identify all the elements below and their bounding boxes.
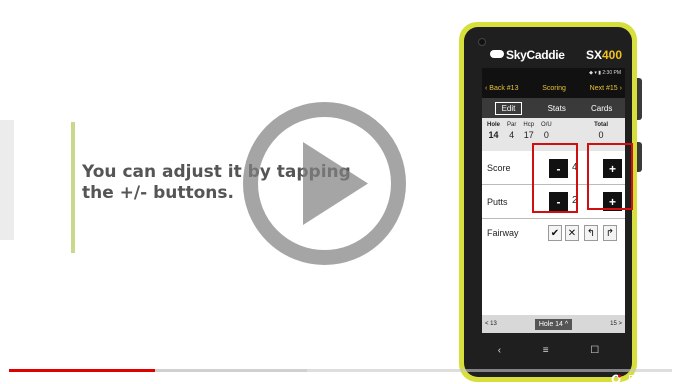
accent-bar [71, 122, 75, 253]
signal-icon: ◆ ▾ ▮ [589, 70, 603, 76]
plus-buttons-highlight [587, 143, 633, 210]
score-label: Score [487, 162, 511, 173]
back-hole-label: Back #13 [489, 85, 519, 92]
tab-stats[interactable]: Stats [548, 104, 566, 113]
theater-mode-icon[interactable] [647, 374, 658, 384]
fullscreen-icon[interactable] [665, 374, 675, 384]
par-label: Par [507, 122, 517, 128]
phone-side-button-upper [637, 78, 642, 120]
total-label: Total [594, 122, 608, 128]
current-hole-button[interactable]: Hole 14 ^ [534, 318, 573, 330]
par-value: 4 [509, 130, 515, 140]
fairway-label: Fairway [487, 228, 519, 238]
putts-label: Putts [487, 196, 508, 207]
slide-edge-shadow [0, 120, 14, 240]
time-display: 0:29 / 2:14 [94, 374, 132, 384]
hole-switcher: < 13 Hole 14 ^ 15 > [482, 315, 625, 333]
video-frame[interactable]: You can adjust it by tapping the +/- but… [0, 0, 681, 384]
home-icon[interactable]: ≡ [543, 345, 549, 356]
chevron-right-icon: › [617, 85, 622, 92]
prev-hole-link[interactable]: < 13 [485, 321, 497, 327]
camera-icon [478, 38, 486, 46]
play-overlay-icon[interactable] [241, 100, 408, 267]
hcp-value: 17 [523, 130, 534, 140]
status-bar: ◆ ▾ ▮ 2:30 PM [482, 68, 625, 79]
skip-forward-icon[interactable] [58, 374, 68, 384]
hole-info-hole: Hole 14 [487, 122, 500, 151]
system-nav-bar: ‹ ≡ ☐ [477, 338, 620, 362]
phone-side-button-lower [637, 142, 642, 172]
fairway-left-arrow-icon[interactable]: ↰ [584, 225, 598, 241]
fairway-row: Fairway ✔ ✕ ↰ ↱ [482, 219, 625, 253]
fairway-miss-x-icon[interactable]: ✕ [565, 225, 579, 241]
fairway-right-arrow-icon[interactable]: ↱ [603, 225, 617, 241]
recents-icon[interactable]: ☐ [590, 345, 599, 356]
model-number: 400 [601, 48, 622, 62]
next-hole-button[interactable]: Next #15 › [590, 85, 622, 92]
hole-info-par: Par 4 [507, 122, 516, 151]
status-time: 2:30 PM [602, 70, 621, 76]
skycaddie-logo-icon [490, 50, 504, 58]
brand-name: SkyCaddie [506, 48, 565, 62]
settings-gear-icon[interactable] [611, 374, 621, 384]
minus-buttons-highlight [532, 143, 578, 213]
next-hole-label: Next #15 [589, 85, 618, 92]
model-label: SX400 [586, 48, 622, 62]
back-hole-button[interactable]: ‹ Back #13 [485, 85, 518, 92]
back-icon[interactable]: ‹ [498, 345, 501, 356]
tab-cards[interactable]: Cards [591, 104, 612, 113]
hole-label: Hole [487, 122, 501, 128]
model-prefix: SX [585, 48, 602, 62]
ou-value: 0 [543, 130, 549, 140]
skip-back-icon[interactable] [14, 374, 24, 384]
next-hole-link[interactable]: 15 > [610, 321, 622, 327]
hole-value: 14 [488, 130, 499, 140]
tab-edit[interactable]: Edit [494, 101, 523, 115]
fairway-hit-checkmark-icon[interactable]: ✔ [548, 225, 562, 241]
scoring-navbar: ‹ Back #13 Scoring Next #15 › [482, 79, 625, 98]
play-icon[interactable] [38, 374, 47, 384]
progress-played [9, 369, 155, 372]
total-value: 0 [598, 130, 604, 140]
ou-label: O/U [541, 122, 552, 128]
tabs-bar: Edit Stats Cards [482, 98, 625, 118]
miniplayer-icon[interactable] [629, 374, 640, 384]
volume-icon[interactable] [76, 374, 88, 384]
brand-logo: SkyCaddie [490, 48, 565, 62]
hcp-label: Hcp [523, 122, 535, 128]
screen-title: Scoring [542, 85, 566, 92]
